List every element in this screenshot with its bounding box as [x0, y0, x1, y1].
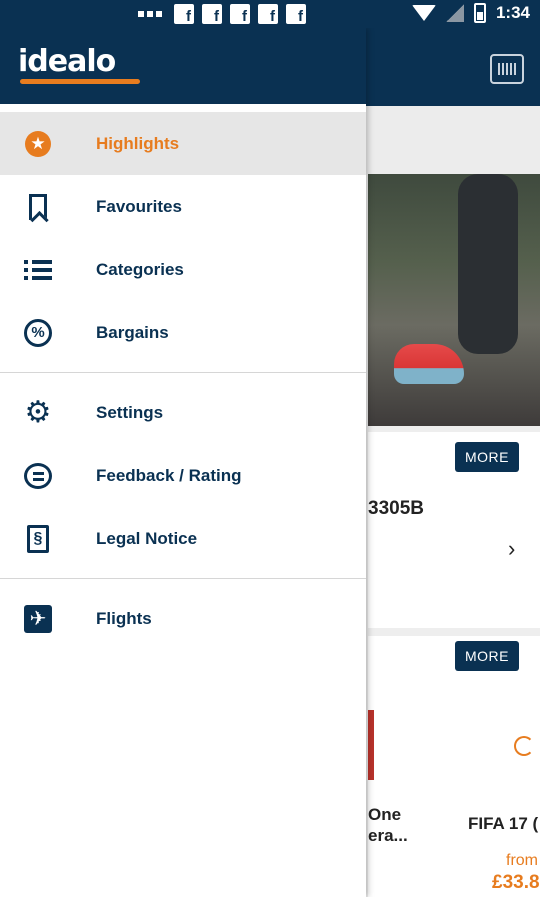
menu-item-label: Highlights — [96, 133, 180, 153]
gear-icon: ⚙ — [24, 395, 52, 429]
facebook-icon: f — [258, 4, 278, 24]
navigation-drawer: idealo ★ Highlights Favourites Categorie… — [0, 28, 366, 897]
drawer-header: idealo — [0, 28, 366, 104]
menu-item-label: Favourites — [96, 196, 182, 216]
menu-item-legal-notice[interactable]: § Legal Notice — [0, 507, 366, 570]
product-title-line: One — [368, 805, 402, 824]
star-badge-icon: ★ — [22, 128, 54, 160]
menu-item-settings[interactable]: ⚙ Settings — [0, 381, 366, 444]
chevron-right-icon[interactable]: › — [508, 536, 515, 562]
product-title: One era... — [368, 804, 408, 846]
hero-image-leg — [458, 174, 518, 354]
section-document-icon: § — [22, 523, 54, 555]
chat-bubble-icon — [22, 460, 54, 492]
menu-item-label: Flights — [96, 608, 152, 628]
wifi-icon — [411, 5, 436, 21]
battery-icon — [473, 3, 486, 23]
percent-icon: % — [22, 317, 54, 349]
more-notifications-icon — [138, 11, 162, 17]
facebook-icon: f — [230, 4, 250, 24]
facebook-icon: f — [286, 4, 306, 24]
menu-item-label: Legal Notice — [96, 528, 198, 548]
price-prefix: from — [506, 852, 538, 869]
list-icon — [22, 254, 54, 286]
clock: 1:34 — [495, 3, 530, 22]
menu-group-settings: ⚙ Settings Feedback / Rating § Legal Not… — [0, 372, 366, 578]
notification-icons: f f f f f — [138, 4, 306, 24]
menu-item-feedback[interactable]: Feedback / Rating — [0, 444, 366, 507]
menu-item-label: Settings — [96, 402, 164, 422]
more-button[interactable]: MORE — [455, 641, 519, 671]
product-title: FIFA 17 ( — [468, 814, 539, 833]
facebook-icon: f — [174, 4, 194, 24]
idealo-logo[interactable]: idealo — [18, 47, 116, 77]
menu-group-main: ★ Highlights Favourites Categories % Bar… — [0, 104, 366, 372]
hero-image-shoe — [394, 344, 464, 384]
menu-item-favourites[interactable]: Favourites — [0, 175, 366, 238]
system-icons: 1:34 — [411, 3, 530, 23]
status-bar: f f f f f 1:34 — [0, 0, 540, 28]
menu-item-label: Categories — [96, 259, 184, 279]
barcode-scanner-icon[interactable] — [490, 54, 524, 84]
menu-item-highlights[interactable]: ★ Highlights — [0, 112, 366, 175]
bookmark-icon — [22, 191, 54, 223]
menu-item-label: Feedback / Rating — [96, 465, 242, 485]
loading-spinner-icon — [514, 736, 534, 756]
product-thumbnail — [368, 710, 374, 780]
menu-item-label: Bargains — [96, 322, 169, 342]
facebook-icon: f — [202, 4, 222, 24]
menu-item-bargains[interactable]: % Bargains — [0, 301, 366, 364]
airplane-icon: ✈ — [22, 603, 54, 635]
product-code: 3305B — [368, 498, 424, 519]
logo-underline — [20, 79, 140, 84]
signal-icon — [445, 4, 464, 22]
menu-item-categories[interactable]: Categories — [0, 238, 366, 301]
price-value: £33.8 — [492, 872, 540, 893]
more-button[interactable]: MORE — [455, 442, 519, 472]
menu-item-flights[interactable]: ✈ Flights — [0, 587, 366, 650]
menu-group-travel: ✈ Flights — [0, 578, 366, 658]
product-title-line: era... — [368, 826, 408, 845]
hero-image[interactable] — [368, 174, 540, 426]
